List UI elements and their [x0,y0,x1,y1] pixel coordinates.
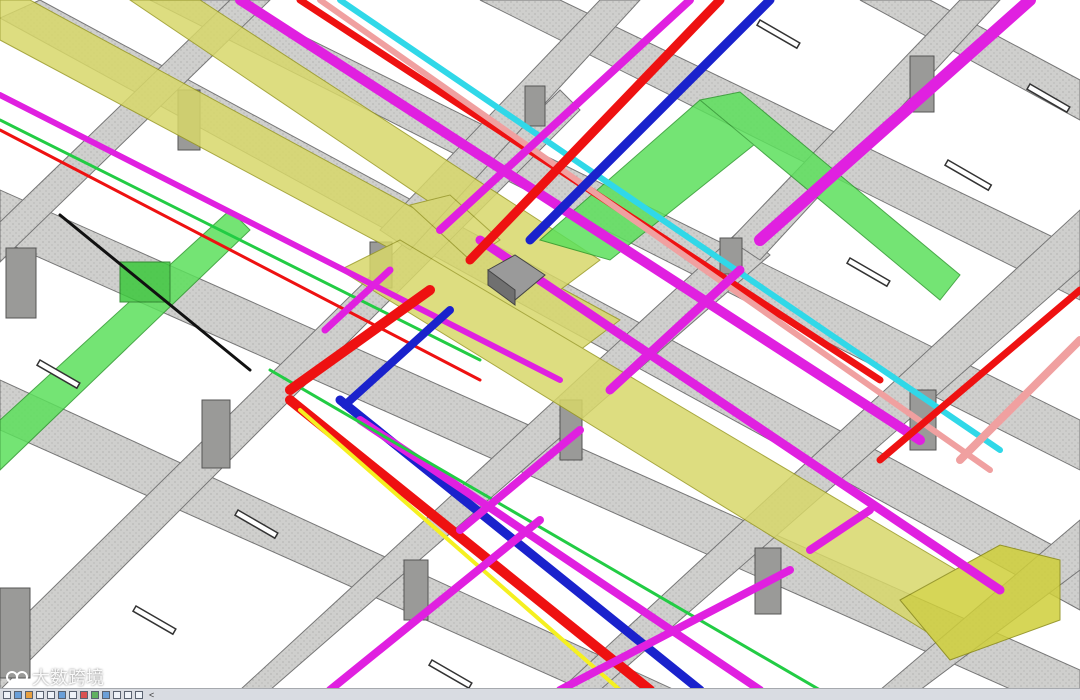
3d-model-viewport[interactable] [0,0,1080,688]
view-control-bar: < [0,688,1080,700]
analytical-model-icon[interactable] [124,690,132,699]
scroll-left-icon[interactable]: < [149,690,154,700]
render-icon[interactable] [58,690,66,699]
brand-logo-icon [6,671,28,683]
unlock-3d-icon[interactable] [91,690,99,699]
detail-level-icon[interactable] [14,690,22,699]
shadows-icon[interactable] [47,690,55,699]
crop-icon[interactable] [69,690,77,699]
visual-style-icon[interactable] [25,690,33,699]
sun-path-icon[interactable] [36,690,44,699]
reveal-hidden-icon[interactable] [113,690,121,699]
model-canvas[interactable] [0,0,1080,688]
watermark-text: 大数跨境 [32,668,104,689]
highlight-icon[interactable] [135,690,143,699]
view-scale-icon[interactable] [3,690,11,699]
show-crop-icon[interactable] [80,690,88,699]
temporary-hide-icon[interactable] [102,690,110,699]
watermark: 大数跨境 [6,664,104,690]
